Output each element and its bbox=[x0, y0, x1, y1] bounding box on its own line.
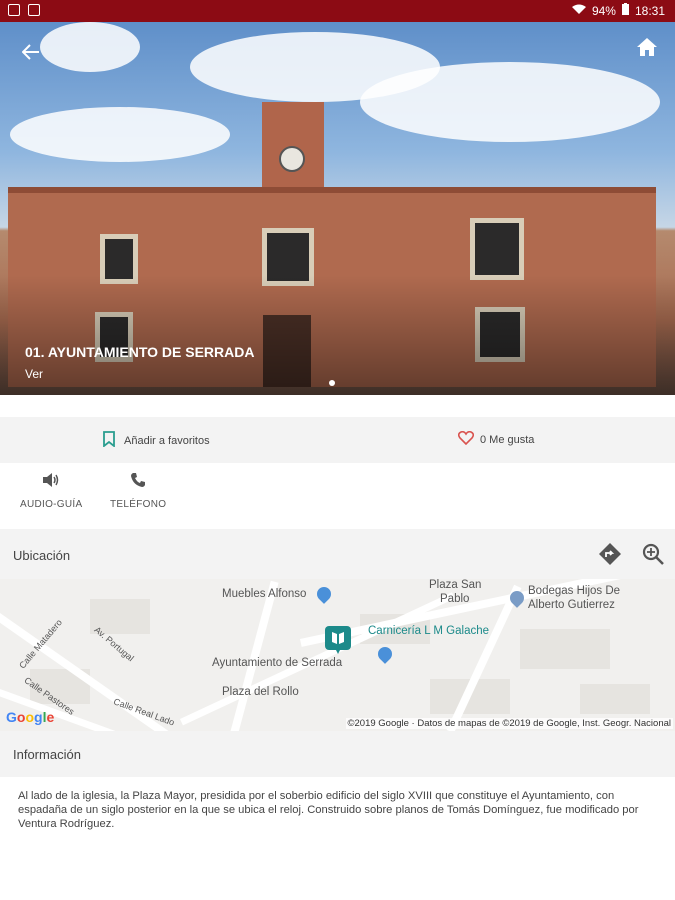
image-notification-icon bbox=[8, 4, 20, 16]
add-favorite-label: Añadir a favoritos bbox=[124, 434, 210, 447]
speaker-icon bbox=[42, 472, 60, 491]
map-label-alberto: Alberto Gutierrez bbox=[528, 599, 615, 611]
hero-image[interactable]: 01. AYUNTAMIENTO DE SERRADA Ver bbox=[0, 22, 675, 395]
location-header: Ubicación bbox=[0, 529, 675, 579]
shop-pin-icon bbox=[314, 584, 334, 604]
place-title: 01. AYUNTAMIENTO DE SERRADA bbox=[25, 344, 255, 360]
heart-icon bbox=[457, 430, 475, 448]
info-title: Información bbox=[13, 747, 81, 762]
back-arrow-icon[interactable] bbox=[21, 40, 40, 66]
wifi-icon bbox=[571, 4, 586, 18]
add-favorite-button[interactable]: Añadir a favoritos bbox=[102, 431, 210, 450]
carousel-indicator bbox=[329, 380, 335, 386]
map-label-plaza-san: Plaza San bbox=[429, 579, 482, 591]
view-link[interactable]: Ver bbox=[25, 367, 43, 381]
directions-icon[interactable] bbox=[599, 543, 621, 570]
phone-label: TELÉFONO bbox=[110, 499, 167, 510]
map-copyright: ©2019 Google · Datos de mapas de ©2019 d… bbox=[345, 718, 673, 729]
map-label-carniceria: Carnicería L M Galache bbox=[368, 625, 490, 637]
audio-guide-button[interactable]: AUDIO-GUÍA bbox=[20, 472, 82, 510]
youtube-notification-icon bbox=[28, 4, 40, 16]
map-label-muebles: Muebles Alfonso bbox=[222, 588, 307, 600]
battery-icon bbox=[621, 3, 629, 18]
map-label-bodegas: Bodegas Hijos De bbox=[528, 585, 621, 597]
butcher-pin-icon bbox=[375, 644, 395, 664]
location-title: Ubicación bbox=[13, 548, 71, 563]
like-button[interactable]: 0 Me gusta bbox=[457, 430, 535, 448]
contact-options: AUDIO-GUÍA TELÉFONO bbox=[0, 463, 675, 529]
bookmark-icon bbox=[102, 431, 116, 450]
zoom-in-icon[interactable] bbox=[642, 543, 664, 570]
map-label-ayuntamiento: Ayuntamiento de Serrada bbox=[212, 657, 343, 669]
google-logo: Google bbox=[6, 709, 55, 725]
info-description: Al lado de la iglesia, la Plaza Mayor, p… bbox=[18, 790, 639, 830]
phone-icon bbox=[130, 472, 146, 491]
home-icon[interactable] bbox=[637, 38, 657, 61]
info-header: Información bbox=[0, 731, 675, 777]
audio-guide-label: AUDIO-GUÍA bbox=[20, 499, 83, 510]
phone-button[interactable]: TELÉFONO bbox=[110, 472, 166, 510]
location-map[interactable]: Muebles Alfonso Plaza San Pablo Bodegas … bbox=[0, 579, 675, 731]
status-bar: 94% 18:31 bbox=[0, 0, 675, 22]
map-label-pablo: Pablo bbox=[440, 593, 470, 605]
clock-time: 18:31 bbox=[634, 3, 665, 18]
action-bar: Añadir a favoritos 0 Me gusta bbox=[0, 417, 675, 463]
map-marker-icon[interactable] bbox=[325, 626, 351, 657]
map-label-plaza-rollo: Plaza del Rollo bbox=[222, 686, 299, 698]
battery-percent: 94% bbox=[591, 3, 616, 18]
like-count-label: 0 Me gusta bbox=[480, 433, 535, 446]
clock-tower-clock bbox=[279, 146, 305, 172]
